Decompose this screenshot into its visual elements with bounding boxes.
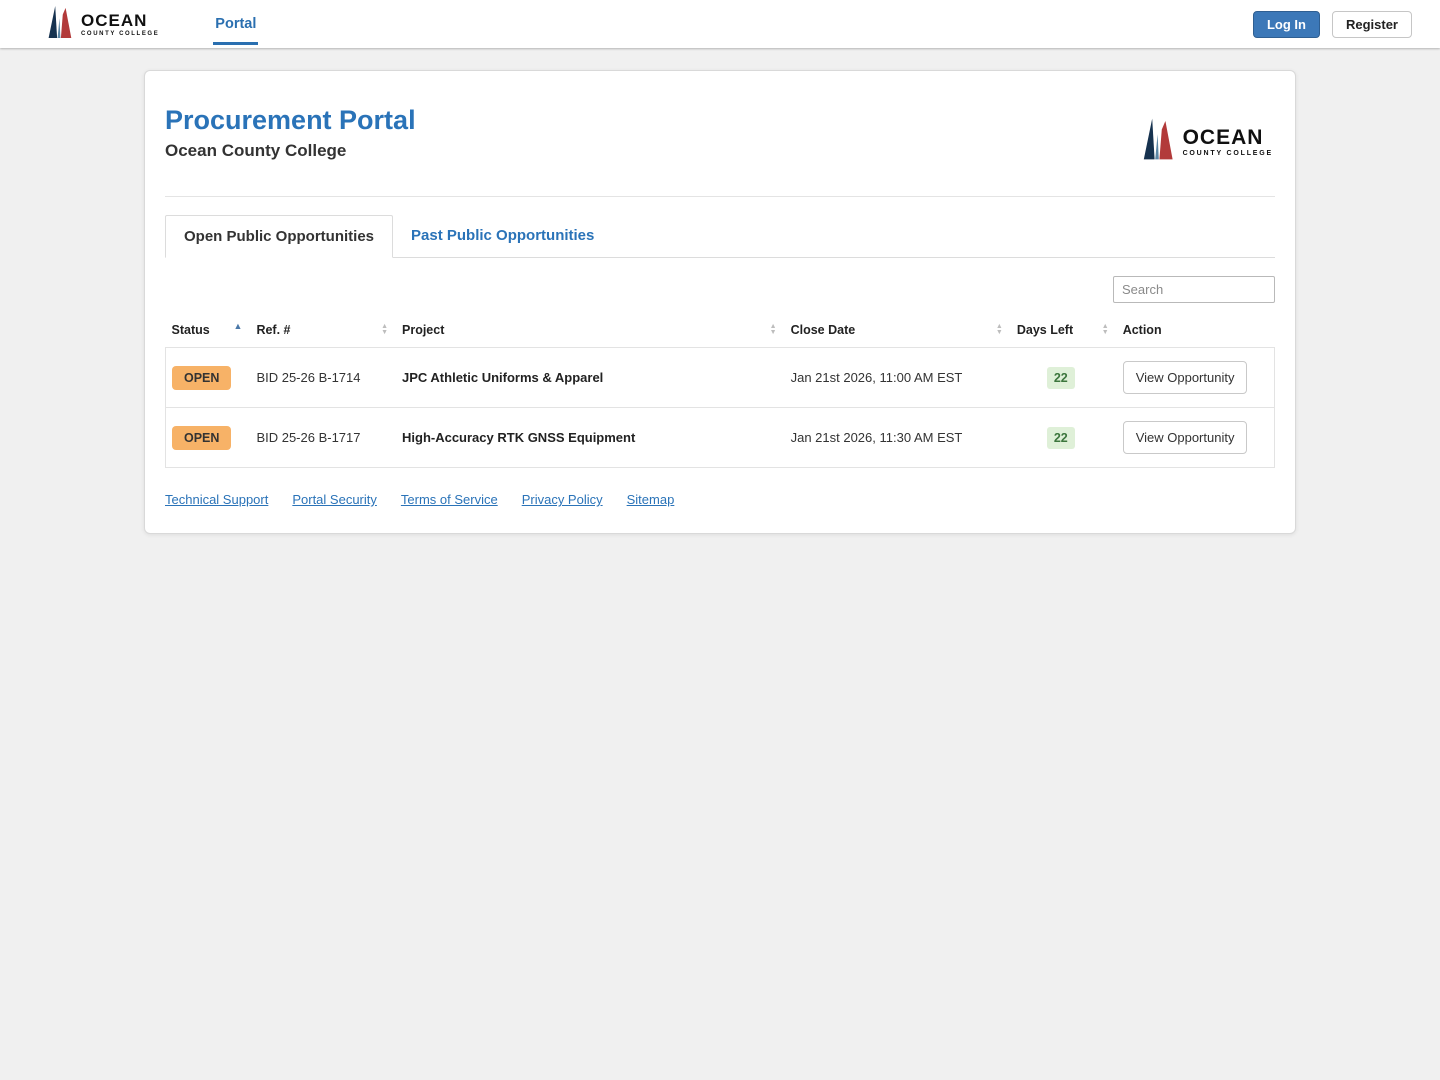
days-left-cell: 22 <box>1011 348 1117 408</box>
project-cell: High-Accuracy RTK GNSS Equipment <box>402 430 636 445</box>
column-header-close-date[interactable]: Close Date ▲ ▼ <box>785 315 1011 348</box>
sort-icon: ▲ ▼ <box>1101 323 1109 336</box>
footer-links: Technical Support Portal Security Terms … <box>165 492 1275 507</box>
column-label: Project <box>402 323 445 337</box>
table-row: OPEN BID 25-26 B-1714 JPC Athletic Unifo… <box>166 348 1275 408</box>
sort-icon: ▲ ▼ <box>381 323 388 336</box>
column-header-status[interactable]: Status ▲ <box>166 315 251 348</box>
register-button[interactable]: Register <box>1331 10 1412 38</box>
navbar-actions: Log In Register <box>1252 10 1412 38</box>
brand-name: OCEAN <box>81 10 148 30</box>
opportunity-tabs: Open Public Opportunities Past Public Op… <box>165 215 1275 258</box>
sort-icon: ▲ ▼ <box>995 323 1003 336</box>
top-navbar: OCEAN COUNTY COLLEGE Portal Log In Regis… <box>0 0 1440 48</box>
close-date-cell: Jan 21st 2026, 11:00 AM EST <box>790 370 963 385</box>
brand-name: OCEAN <box>1182 125 1264 149</box>
footer-link-sitemap[interactable]: Sitemap <box>627 492 675 507</box>
nav-portal-link[interactable]: Portal <box>213 4 259 45</box>
sort-icon: ▲ ▼ <box>769 323 777 336</box>
days-left-cell: 22 <box>1011 408 1117 468</box>
page-title: Procurement Portal <box>165 105 416 135</box>
card-titles: Procurement Portal Ocean County College <box>165 91 416 161</box>
action-cell: View Opportunity <box>1117 408 1275 468</box>
column-label: Status <box>171 323 210 337</box>
procurement-portal-card: Procurement Portal Ocean County College … <box>144 70 1296 534</box>
status-badge: OPEN <box>172 425 232 450</box>
column-label: Action <box>1122 323 1162 337</box>
column-header-ref[interactable]: Ref. # ▲ ▼ <box>250 315 396 348</box>
footer-link-terms-of-service[interactable]: Terms of Service <box>401 492 498 507</box>
occ-sails-logo-icon <box>42 3 76 46</box>
navbar-brand[interactable]: OCEAN COUNTY COLLEGE <box>42 3 159 46</box>
table-header-row: Status ▲ Ref. # ▲ ▼ Project ▲ ▼ Close Da… <box>166 315 1275 348</box>
project-cell: JPC Athletic Uniforms & Apparel <box>402 370 604 385</box>
status-badge: OPEN <box>172 365 232 390</box>
search-row <box>165 276 1275 303</box>
card-header: Procurement Portal Ocean County College … <box>165 91 1275 168</box>
brand-text: OCEAN COUNTY COLLEGE <box>1183 127 1273 157</box>
sort-ascending-icon: ▲ <box>233 320 243 331</box>
action-cell: View Opportunity <box>1117 348 1275 408</box>
table-row: OPEN BID 25-26 B-1717 High-Accuracy RTK … <box>165 407 1275 468</box>
main-content: Procurement Portal Ocean County College … <box>0 48 1440 534</box>
days-left-badge: 22 <box>1046 366 1075 389</box>
status-cell: OPEN <box>166 348 251 408</box>
occ-sails-logo-icon <box>1135 115 1179 168</box>
column-header-days-left[interactable]: Days Left ▲ ▼ <box>1011 315 1117 348</box>
tab-open-public-opportunities[interactable]: Open Public Opportunities <box>165 215 394 258</box>
brand-subtitle: COUNTY COLLEGE <box>1182 149 1273 157</box>
footer-link-portal-security[interactable]: Portal Security <box>292 492 377 507</box>
page-subtitle: Ocean County College <box>165 141 347 160</box>
login-button[interactable]: Log In <box>1252 10 1320 38</box>
card-brand-logo: OCEAN COUNTY COLLEGE <box>1135 115 1273 168</box>
column-header-project[interactable]: Project ▲ ▼ <box>396 315 785 348</box>
brand-text: OCEAN COUNTY COLLEGE <box>81 12 159 37</box>
search-input[interactable] <box>1113 276 1275 303</box>
brand-subtitle: COUNTY COLLEGE <box>81 30 160 37</box>
footer-link-privacy-policy[interactable]: Privacy Policy <box>522 492 603 507</box>
footer-link-technical-support[interactable]: Technical Support <box>165 492 268 507</box>
column-header-action: Action <box>1117 315 1275 348</box>
close-date-cell: Jan 21st 2026, 11:30 AM EST <box>790 430 963 445</box>
opportunities-table: Status ▲ Ref. # ▲ ▼ Project ▲ ▼ Close Da… <box>165 315 1275 468</box>
view-opportunity-button[interactable]: View Opportunity <box>1122 361 1248 394</box>
days-left-badge: 22 <box>1046 426 1075 449</box>
ref-cell: BID 25-26 B-1717 <box>256 430 361 445</box>
status-cell: OPEN <box>166 408 251 468</box>
column-label: Close Date <box>790 323 856 337</box>
header-divider <box>165 196 1275 197</box>
tab-past-public-opportunities[interactable]: Past Public Opportunities <box>393 215 612 257</box>
view-opportunity-button[interactable]: View Opportunity <box>1122 421 1248 454</box>
column-label: Ref. # <box>256 323 291 337</box>
column-label: Days Left <box>1016 323 1074 337</box>
ref-cell: BID 25-26 B-1714 <box>256 370 361 385</box>
